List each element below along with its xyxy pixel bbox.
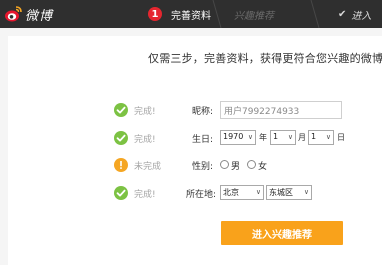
- birth-year-value: 1970: [223, 132, 244, 141]
- birthday-label: 生日:: [192, 135, 214, 145]
- day-unit: 日: [337, 133, 345, 142]
- nickname-label: 昵称:: [192, 107, 214, 117]
- birth-month-select[interactable]: 1 ∨: [270, 130, 296, 145]
- location-row: 完成! 所在地: 北京 ∨ 东城区 ∨: [0, 185, 382, 203]
- gender-female-radio[interactable]: [247, 160, 256, 169]
- status-text: 完成!: [134, 135, 156, 145]
- status-text: 未完成: [134, 162, 162, 172]
- year-unit: 年: [259, 133, 267, 142]
- enter-interest-recommend-button[interactable]: 进入兴趣推荐: [221, 221, 343, 245]
- check-circle-icon: [114, 186, 128, 200]
- step-2-label: 兴趣推荐: [234, 10, 274, 22]
- step-separator: [212, 0, 222, 28]
- gender-female-label[interactable]: 女: [258, 159, 267, 172]
- step-1-number: 1: [148, 7, 162, 21]
- check-circle-icon: [114, 103, 128, 117]
- step-1: 1 完善资料: [148, 0, 211, 28]
- province-value: 北京: [223, 188, 239, 197]
- logo-text: 微博: [25, 8, 54, 24]
- chevron-down-icon: ∨: [247, 133, 253, 141]
- status-text: 完成!: [134, 190, 156, 200]
- check-circle-icon: [114, 131, 128, 145]
- birth-month-value: 1: [273, 132, 279, 141]
- step-2: 兴趣推荐: [234, 0, 274, 28]
- month-unit: 月: [298, 133, 306, 142]
- gender-label: 性别:: [192, 162, 214, 172]
- chevron-down-icon: ∨: [255, 188, 261, 196]
- step-3: ✔ 进入: [338, 0, 371, 28]
- location-label: 所在地:: [186, 190, 217, 200]
- status-text: 完成!: [134, 107, 156, 117]
- chevron-down-icon: ∨: [325, 133, 331, 141]
- birth-day-select[interactable]: 1 ∨: [308, 130, 334, 145]
- checkmark-icon: ✔: [338, 8, 347, 20]
- intro-text: 仅需三步，完善资料，获得更符合您兴趣的微博内: [148, 52, 382, 65]
- step-1-label: 完善资料: [171, 10, 211, 22]
- birth-year-select[interactable]: 1970 ∨: [220, 130, 256, 145]
- province-select[interactable]: 北京 ∨: [220, 185, 264, 200]
- top-bar: 微博 1 完善资料 兴趣推荐 ✔ 进入: [0, 0, 382, 28]
- chevron-down-icon: ∨: [287, 133, 293, 141]
- chevron-down-icon: ∨: [303, 188, 309, 196]
- gender-male-radio[interactable]: [220, 160, 229, 169]
- exclamation-circle-icon: [114, 158, 128, 172]
- weibo-eye-icon: [4, 5, 22, 23]
- gender-row: 未完成 性别: 男 女: [0, 157, 382, 175]
- weibo-logo[interactable]: 微博: [4, 4, 53, 24]
- birth-day-value: 1: [311, 132, 317, 141]
- nickname-input[interactable]: [220, 101, 342, 119]
- birthday-row: 完成! 生日: 1970 ∨ 年 1 ∨ 月 1 ∨ 日: [0, 130, 382, 148]
- district-select[interactable]: 东城区 ∨: [266, 185, 312, 200]
- gender-male-label[interactable]: 男: [231, 159, 240, 172]
- step-3-label: 进入: [351, 10, 372, 22]
- step-separator: [310, 0, 320, 28]
- district-value: 东城区: [269, 188, 293, 197]
- nickname-row: 完成! 昵称:: [0, 101, 382, 120]
